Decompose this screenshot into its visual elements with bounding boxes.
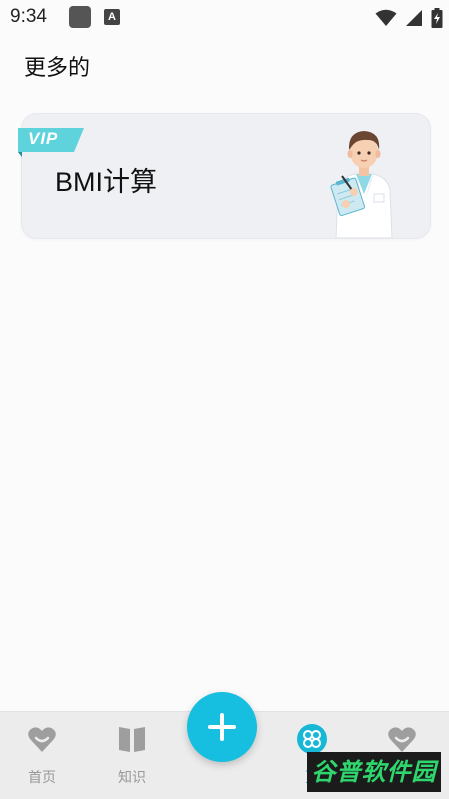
heart-face-icon (388, 727, 416, 752)
status-icons (375, 7, 443, 29)
status-bar: 9:34 A (0, 0, 449, 36)
notification-a-icon: A (104, 9, 120, 25)
battery-charging-icon (431, 8, 443, 28)
nav-item-home[interactable]: 首页 (12, 724, 72, 794)
wifi-icon (375, 9, 397, 26)
page-title: 更多的 (24, 56, 91, 81)
nav-item-knowledge[interactable]: 知识 (102, 724, 162, 794)
status-time: 9:34 (10, 6, 47, 27)
card-title: BMI计算 (55, 167, 158, 197)
notification-app-icon (69, 6, 91, 28)
plus-icon (208, 713, 236, 741)
nav-label-knowledge: 知识 (118, 770, 146, 786)
bmi-calculator-card[interactable]: VIP BMI计算 (18, 113, 431, 239)
doctor-illustration (330, 131, 393, 238)
nav-label-home: 首页 (28, 770, 56, 786)
signal-icon (406, 10, 422, 26)
heart-face-icon (28, 727, 56, 752)
watermark-text: 谷普软件园 (311, 758, 437, 786)
apps-grid-icon (297, 724, 327, 754)
screen: 9:34 A 更多的 VIP BMI计算 首页 知识 谷普软件园 (0, 0, 449, 799)
notification-a-letter: A (108, 11, 116, 23)
watermark: 谷普软件园 (307, 752, 441, 792)
vip-badge-label: VIP (28, 129, 59, 148)
book-icon (119, 727, 145, 752)
add-button[interactable] (187, 692, 257, 762)
